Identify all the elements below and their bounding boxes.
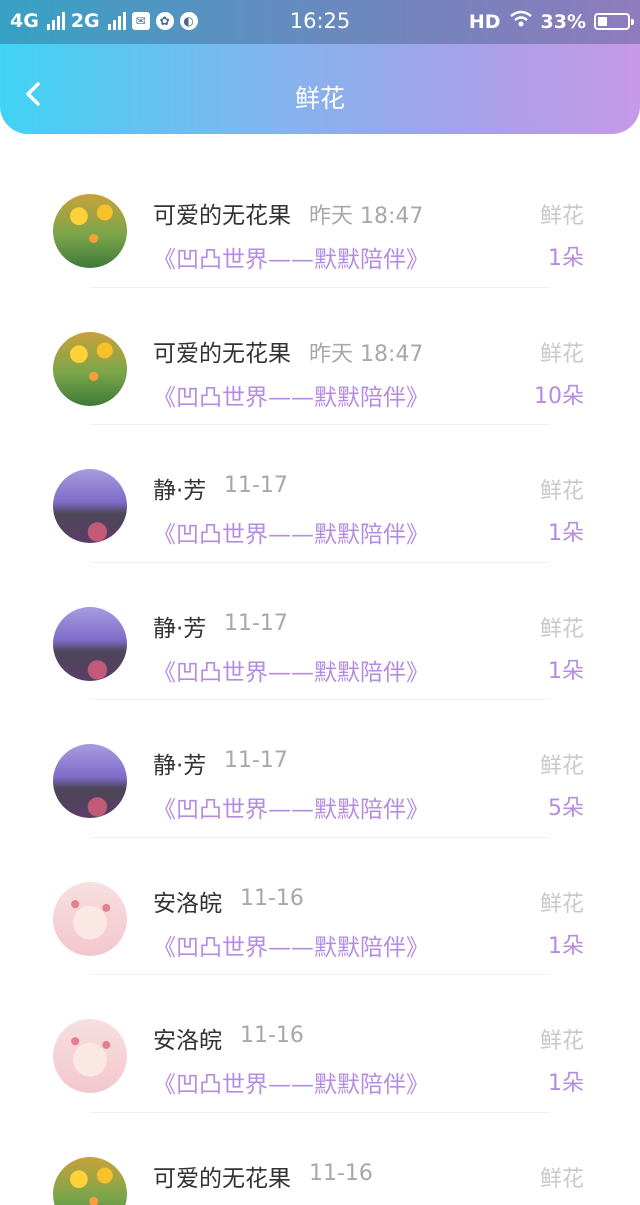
battery-percent: 33% [540, 10, 586, 33]
page-title: 鲜花 [294, 84, 345, 113]
gift-count: 1朵 [548, 1071, 584, 1096]
message-text: 《凹凸世界——默默陪伴》 [153, 384, 429, 411]
gift-count: 1朵 [548, 521, 584, 546]
header-bar: 4G 2G ✉ ✿ ◐ 16:25 HD 33% 鲜花 [0, 0, 640, 134]
sender-name: 安洛皖 [153, 1028, 222, 1054]
sender-name: 静·芳 [153, 615, 207, 642]
gift-type-label: 鲜花 [539, 204, 584, 229]
sender-name: 可爱的无花果 [153, 340, 291, 367]
gift-type-label: 鲜花 [539, 1166, 584, 1192]
send-time: 11-16 [240, 885, 304, 911]
send-time: 11-16 [240, 1023, 304, 1048]
message-text: 《凹凸世界——默默陪伴》 [153, 1072, 429, 1098]
battery-fill [598, 17, 607, 26]
gift-type-label: 鲜花 [539, 341, 584, 367]
sender-name: 可爱的无花果 [153, 1165, 291, 1192]
gift-count: 1朵 [548, 933, 584, 959]
avatar[interactable] [53, 606, 127, 681]
sender-name: 安洛皖 [153, 890, 222, 917]
avatar[interactable] [53, 331, 127, 406]
gift-type-label: 鲜花 [539, 754, 584, 779]
flower-record-list[interactable]: 可爱的无花果 昨天 18:47 《凹凸世界——默默陪伴》 鲜花 1朵 可爱的无花… [0, 150, 640, 1205]
gift-count: 10朵 [534, 383, 584, 409]
status-bar-right: HD 33% [468, 10, 634, 33]
status-bar: 4G 2G ✉ ✿ ◐ 16:25 HD 33% [0, 0, 640, 44]
message-text: 《凹凸世界——默默陪伴》 [153, 247, 429, 273]
send-time: 11-17 [224, 610, 288, 636]
wifi-icon [509, 10, 533, 33]
message-text: 《凹凸世界——默默陪伴》 [153, 797, 429, 823]
send-time: 11-17 [224, 473, 288, 498]
list-item[interactable]: 安洛皖 11-16 《凹凸世界——默默陪伴》 鲜花 1朵 [0, 838, 640, 975]
list-item[interactable]: 可爱的无花果 11-16 《凹凸世界——默默陪伴》 鲜花 [0, 1113, 640, 1205]
hd-label: HD [468, 10, 501, 33]
message-text: 《凹凸世界——默默陪伴》 [153, 522, 429, 548]
sender-name: 可爱的无花果 [153, 203, 291, 229]
list-item[interactable]: 可爱的无花果 昨天 18:47 《凹凸世界——默默陪伴》 鲜花 1朵 [0, 150, 640, 288]
send-time: 昨天 18:47 [309, 341, 424, 367]
avatar[interactable] [53, 1156, 127, 1205]
gift-type-label: 鲜花 [539, 891, 584, 917]
gift-type-label: 鲜花 [539, 616, 584, 642]
send-time: 11-16 [309, 1160, 373, 1186]
sender-name: 静·芳 [153, 753, 207, 779]
sender-name: 静·芳 [153, 478, 207, 504]
list-item[interactable]: 静·芳 11-17 《凹凸世界——默默陪伴》 鲜花 1朵 [0, 425, 640, 563]
avatar[interactable] [53, 881, 127, 956]
gift-count: 1朵 [548, 658, 584, 684]
avatar[interactable] [53, 744, 127, 818]
list-item[interactable]: 静·芳 11-17 《凹凸世界——默默陪伴》 鲜花 5朵 [0, 700, 640, 838]
list-item[interactable]: 静·芳 11-17 《凹凸世界——默默陪伴》 鲜花 1朵 [0, 563, 640, 700]
avatar[interactable] [53, 194, 127, 268]
battery-icon [594, 13, 634, 30]
gift-count: 5朵 [548, 796, 584, 821]
gift-type-label: 鲜花 [539, 1029, 584, 1054]
message-text: 《凹凸世界——默默陪伴》 [153, 659, 429, 686]
list-item[interactable]: 可爱的无花果 昨天 18:47 《凹凸世界——默默陪伴》 鲜花 10朵 [0, 288, 640, 425]
message-text: 《凹凸世界——默默陪伴》 [153, 934, 429, 961]
send-time: 昨天 18:47 [309, 204, 424, 229]
send-time: 11-17 [224, 748, 288, 773]
avatar[interactable] [53, 469, 127, 543]
avatar[interactable] [53, 1019, 127, 1093]
gift-count: 1朵 [548, 246, 584, 271]
gift-type-label: 鲜花 [539, 479, 584, 504]
list-item[interactable]: 安洛皖 11-16 《凹凸世界——默默陪伴》 鲜花 1朵 [0, 975, 640, 1113]
